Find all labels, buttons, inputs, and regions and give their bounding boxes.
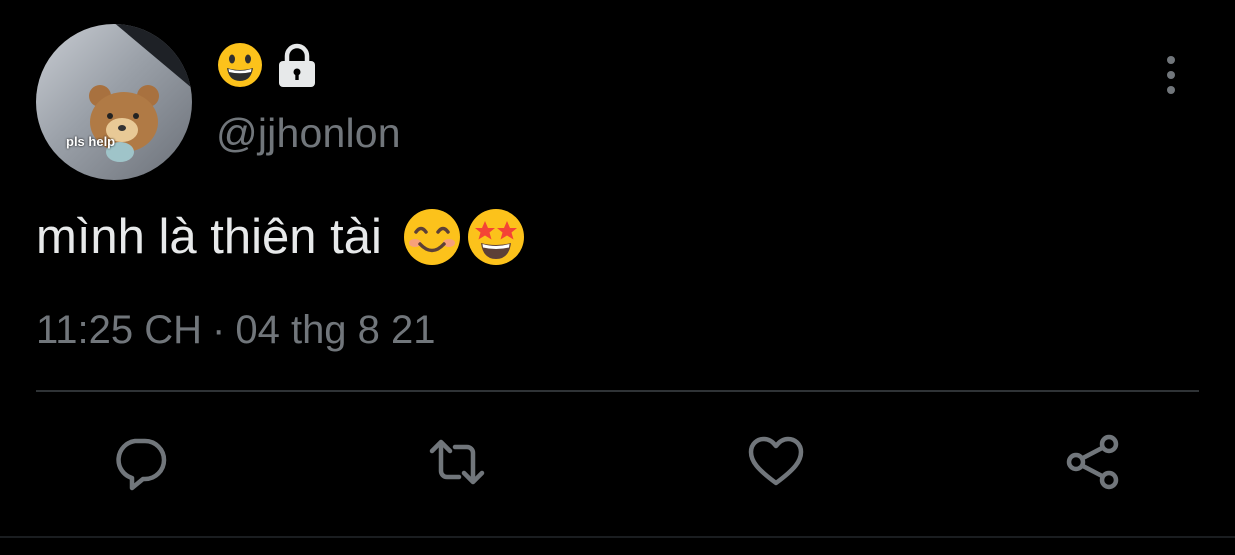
share-icon — [1066, 434, 1119, 490]
tweet-timestamp[interactable]: 11:25 CH · 04 thg 8 21 — [36, 308, 436, 353]
avatar[interactable]: pls help — [36, 24, 192, 180]
like-icon — [748, 436, 804, 486]
tweet-date: 04 thg 8 21 — [235, 308, 436, 352]
reply-button[interactable] — [108, 430, 172, 494]
display-name[interactable] — [216, 40, 320, 90]
tweet-time: 11:25 CH — [36, 308, 203, 352]
divider — [36, 390, 1199, 392]
grinning-face-emoji-icon — [218, 43, 262, 87]
retweet-icon — [429, 439, 485, 485]
tweet-body: mình là thiên tài — [36, 205, 526, 269]
share-button[interactable] — [1062, 430, 1126, 494]
bottom-divider — [0, 536, 1235, 538]
tweet-text: mình là thiên tài — [36, 210, 382, 264]
star-struck-emoji-icon — [467, 209, 524, 265]
avatar-caption: pls help — [66, 134, 116, 149]
more-options-icon[interactable] — [1155, 52, 1187, 98]
like-button[interactable] — [744, 430, 808, 494]
retweet-button[interactable] — [425, 430, 489, 494]
timestamp-separator: · — [212, 308, 226, 352]
user-handle[interactable]: @jjhonlon — [216, 110, 401, 157]
bear-toy-image — [89, 85, 159, 162]
smiling-face-emoji-icon — [403, 209, 460, 265]
lock-icon — [279, 43, 315, 87]
reply-icon — [116, 438, 167, 491]
